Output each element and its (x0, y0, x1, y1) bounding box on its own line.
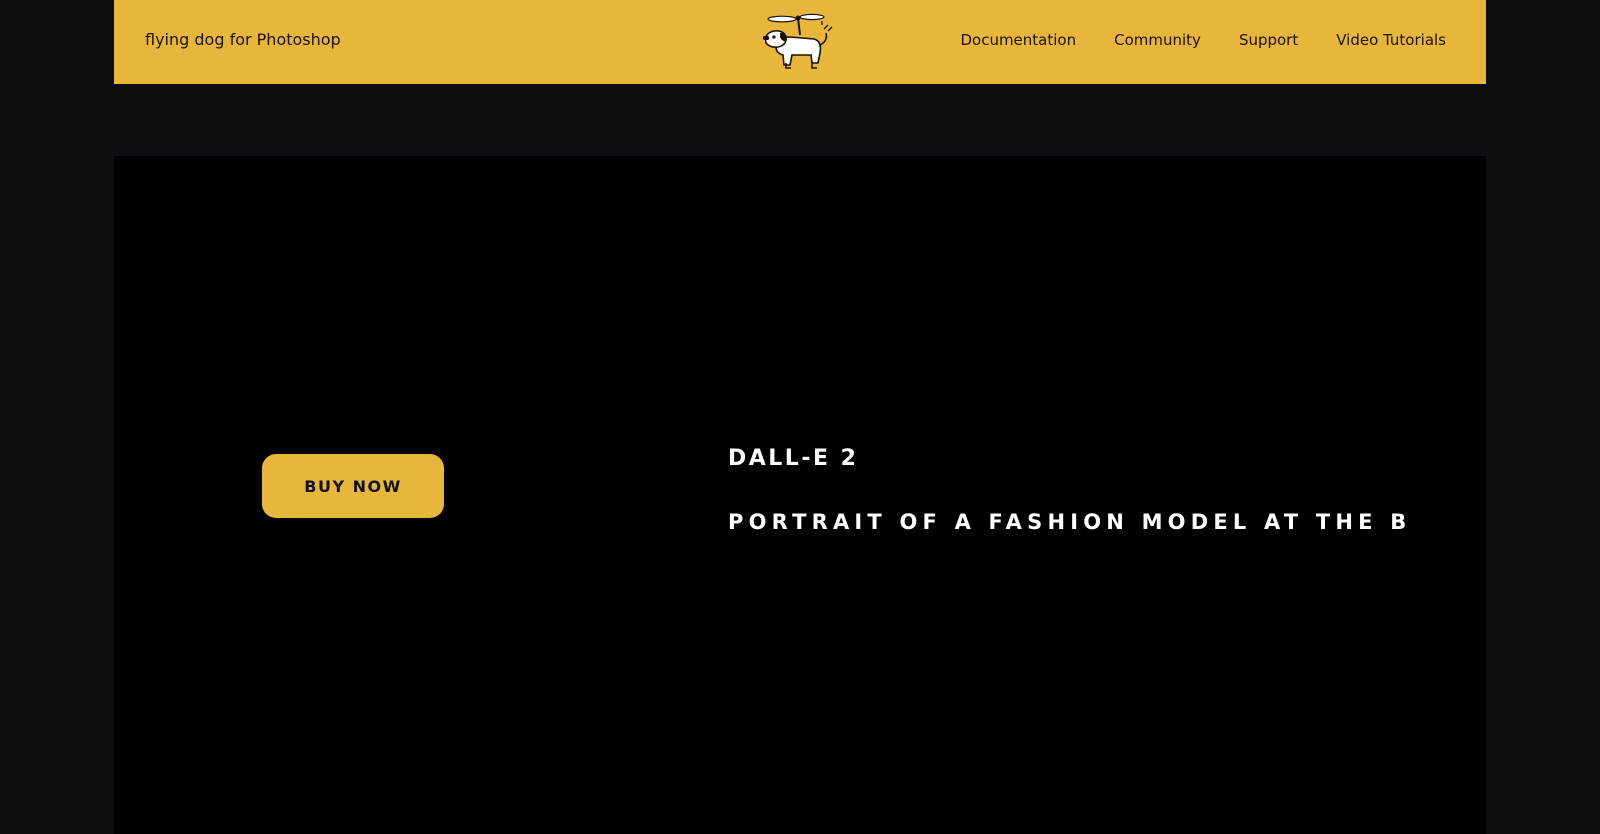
buy-now-button[interactable]: BUY NOW (262, 454, 444, 518)
hero-section: BUY NOW DALL-E 2 PORTRAIT OF A FASHION M… (114, 156, 1486, 834)
nav-video-tutorials[interactable]: Video Tutorials (1336, 31, 1446, 49)
nav-community[interactable]: Community (1114, 31, 1201, 49)
hero-caption: PORTRAIT OF A FASHION MODEL AT THE B (728, 510, 1412, 534)
brand-link[interactable]: flying dog for Photoshop (145, 30, 341, 49)
hero-title: DALL-E 2 (728, 446, 859, 471)
nav-support[interactable]: Support (1239, 31, 1298, 49)
nav-documentation[interactable]: Documentation (960, 31, 1076, 49)
site-header: flying dog for Photoshop Documentation C… (114, 0, 1486, 84)
flying-dog-logo-icon[interactable] (762, 13, 834, 71)
main-nav: Documentation Community Support Video Tu… (960, 31, 1446, 49)
